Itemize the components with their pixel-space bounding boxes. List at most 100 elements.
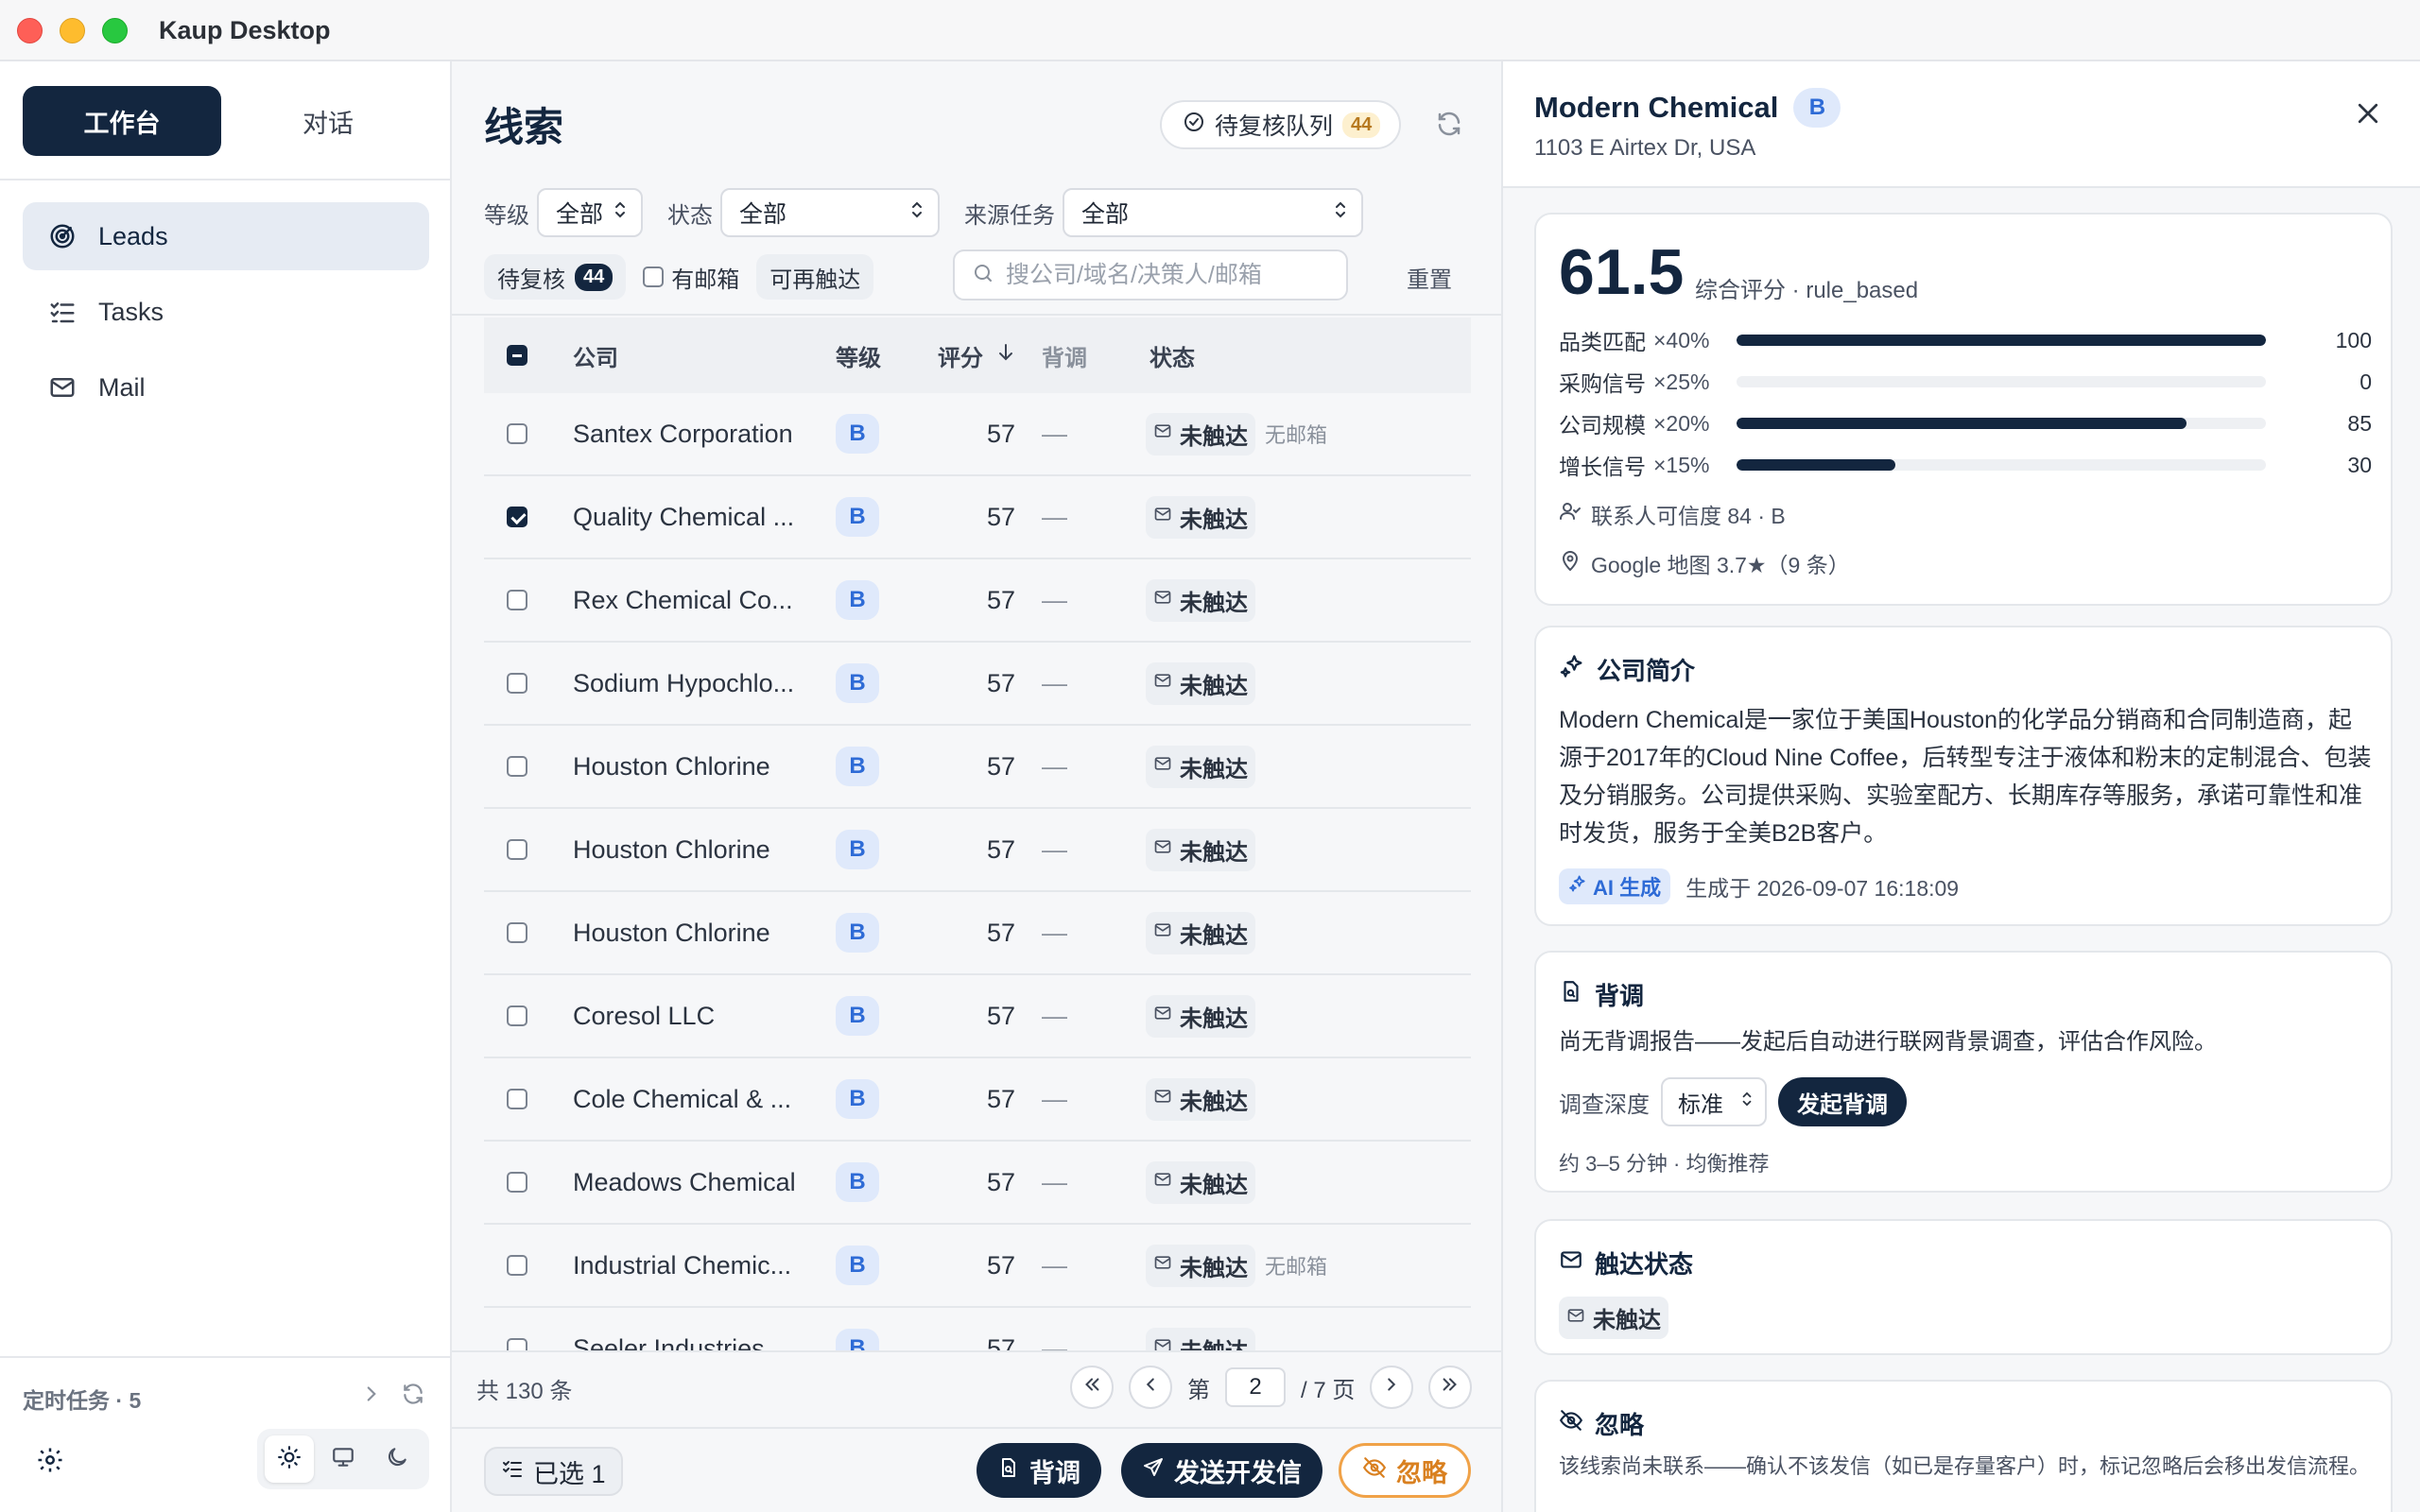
mode-switch: 工作台 对话 bbox=[23, 86, 429, 156]
moon-icon bbox=[385, 1445, 409, 1474]
scheduled-tasks-summary[interactable]: 定时任务 · 5 bbox=[23, 1383, 141, 1415]
send-outreach-button[interactable]: 发送开发信 bbox=[1121, 1443, 1322, 1498]
tab-workbench[interactable]: 工作台 bbox=[23, 86, 221, 156]
background-cell: — bbox=[1042, 419, 1067, 448]
table-row[interactable]: Houston Chlorine B 57 — 未触达 bbox=[484, 892, 1471, 975]
table-row[interactable]: Seeler Industries B 57 — 未触达 bbox=[484, 1308, 1471, 1350]
chevron-right-icon[interactable] bbox=[359, 1382, 384, 1411]
prev-page-button[interactable] bbox=[1129, 1366, 1172, 1409]
theme-dark-button[interactable] bbox=[372, 1435, 422, 1483]
contact-confidence: 联系人可信度 84 · B bbox=[1559, 498, 1786, 530]
table-row[interactable]: Rex Chemical Co... B 57 — 未触达 bbox=[484, 559, 1471, 643]
status-select[interactable]: 全部 bbox=[720, 188, 940, 237]
row-checkbox[interactable] bbox=[507, 1005, 527, 1026]
row-checkbox[interactable] bbox=[507, 423, 527, 444]
company-name[interactable]: Seeler Industries bbox=[550, 1334, 824, 1351]
column-company[interactable]: 公司 bbox=[550, 339, 824, 372]
row-checkbox[interactable] bbox=[507, 1172, 527, 1193]
company-name[interactable]: Cole Chemical & ... bbox=[550, 1085, 824, 1114]
source-select-value: 全部 bbox=[1081, 201, 1130, 228]
page-number-input[interactable]: 2 bbox=[1225, 1367, 1286, 1407]
company-name[interactable]: Quality Chemical ... bbox=[550, 503, 824, 532]
table-row[interactable]: Sodium Hypochlo... B 57 — 未触达 bbox=[484, 643, 1471, 726]
has-email-filter[interactable]: 有邮箱 bbox=[643, 261, 739, 294]
status-cell: 未触达 bbox=[1146, 828, 1471, 871]
column-grade[interactable]: 等级 bbox=[824, 339, 919, 372]
refresh-icon[interactable] bbox=[401, 1382, 425, 1411]
mail-icon bbox=[1559, 1247, 1583, 1279]
has-email-checkbox[interactable] bbox=[643, 266, 665, 287]
row-checkbox[interactable] bbox=[507, 839, 527, 860]
table-row[interactable]: Santex Corporation B 57 — 未触达 无邮箱 bbox=[484, 393, 1471, 476]
pending-review-chip[interactable]: 待复核 44 bbox=[484, 254, 627, 300]
start-background-check-button[interactable]: 发起背调 bbox=[1778, 1077, 1907, 1126]
status-chip: 未触达 bbox=[1559, 1297, 1668, 1339]
company-name[interactable]: Industrial Chemic... bbox=[550, 1251, 824, 1280]
status-cell: 未触达 bbox=[1146, 1077, 1471, 1121]
background-check-button[interactable]: 背调 bbox=[977, 1443, 1101, 1498]
company-name[interactable]: Houston Chlorine bbox=[550, 752, 824, 782]
source-select[interactable]: 全部 bbox=[1063, 188, 1363, 237]
status-chip: 未触达 bbox=[1146, 1160, 1255, 1204]
minimize-window-button[interactable] bbox=[60, 18, 85, 43]
ignore-label: 忽略 bbox=[1396, 1458, 1447, 1487]
selection-summary[interactable]: 已选 1 bbox=[484, 1447, 623, 1496]
last-page-button[interactable] bbox=[1428, 1366, 1473, 1409]
checklist-icon bbox=[47, 297, 78, 327]
reachable-again-chip[interactable]: 可再触达 bbox=[756, 254, 874, 300]
table-row[interactable]: Houston Chlorine B 57 — 未触达 bbox=[484, 726, 1471, 809]
column-background[interactable]: 背调 bbox=[1032, 339, 1146, 372]
metric-bar-fill bbox=[1737, 459, 1895, 471]
status-chip: 未触达 bbox=[1146, 495, 1255, 539]
company-name[interactable]: Rex Chemical Co... bbox=[550, 586, 824, 615]
ignore-button[interactable]: 忽略 bbox=[1339, 1443, 1471, 1498]
row-checkbox[interactable] bbox=[507, 1338, 527, 1350]
row-checkbox[interactable] bbox=[507, 756, 527, 777]
table-row[interactable]: Houston Chlorine B 57 — 未触达 bbox=[484, 809, 1471, 892]
grade-badge: B bbox=[836, 1246, 879, 1285]
row-checkbox[interactable] bbox=[507, 1255, 527, 1276]
table-row[interactable]: Cole Chemical & ... B 57 — 未触达 bbox=[484, 1058, 1471, 1142]
row-checkbox[interactable] bbox=[507, 673, 527, 694]
maximize-window-button[interactable] bbox=[102, 18, 128, 43]
close-icon[interactable] bbox=[2354, 99, 2382, 132]
table-row[interactable]: Meadows Chemical B 57 — 未触达 bbox=[484, 1142, 1471, 1225]
row-checkbox[interactable] bbox=[507, 590, 527, 610]
search-input[interactable] bbox=[1006, 261, 1327, 289]
company-name[interactable]: Sodium Hypochlo... bbox=[550, 669, 824, 698]
company-name[interactable]: Houston Chlorine bbox=[550, 835, 824, 865]
grade-select[interactable]: 全部 bbox=[537, 188, 643, 237]
metric-value: 30 bbox=[2347, 452, 2372, 477]
score-caption: 综合评分 · rule_based bbox=[1695, 278, 1919, 303]
score-cell: 57 bbox=[986, 419, 1015, 448]
column-score[interactable]: 评分 bbox=[919, 339, 1032, 372]
sidebar-item-leads[interactable]: Leads bbox=[23, 202, 429, 270]
ignore-text: 该线索尚未联系——确认不该发信（如已是存量客户）时，标记忽略后会移出发信流程。 bbox=[1559, 1454, 2371, 1478]
company-name[interactable]: Houston Chlorine bbox=[550, 919, 824, 948]
review-queue-button[interactable]: 待复核队列 44 bbox=[1160, 100, 1402, 149]
gear-icon[interactable] bbox=[36, 1446, 64, 1479]
company-name[interactable]: Santex Corporation bbox=[550, 420, 824, 449]
table-row[interactable]: Quality Chemical ... B 57 — 未触达 bbox=[484, 476, 1471, 559]
table-footer-divider bbox=[452, 1350, 1501, 1352]
sidebar-item-tasks[interactable]: Tasks bbox=[23, 278, 429, 346]
sidebar-item-mail[interactable]: Mail bbox=[23, 353, 429, 421]
row-checkbox[interactable] bbox=[507, 507, 527, 527]
theme-light-button[interactable] bbox=[265, 1435, 315, 1483]
select-all-checkbox[interactable] bbox=[507, 345, 527, 366]
reset-button[interactable]: 重置 bbox=[1407, 261, 1452, 294]
tab-chat[interactable]: 对话 bbox=[229, 86, 427, 156]
close-window-button[interactable] bbox=[17, 18, 43, 43]
column-status[interactable]: 状态 bbox=[1146, 339, 1471, 372]
row-checkbox[interactable] bbox=[507, 922, 527, 943]
row-checkbox[interactable] bbox=[507, 1089, 527, 1109]
next-page-button[interactable] bbox=[1370, 1366, 1414, 1409]
company-name[interactable]: Meadows Chemical bbox=[550, 1168, 824, 1197]
table-row[interactable]: Industrial Chemic... B 57 — 未触达 无邮箱 bbox=[484, 1225, 1471, 1308]
first-page-button[interactable] bbox=[1070, 1366, 1114, 1409]
company-name[interactable]: Coresol LLC bbox=[550, 1002, 824, 1031]
depth-select[interactable]: 标准 bbox=[1661, 1077, 1767, 1126]
theme-system-button[interactable] bbox=[319, 1435, 368, 1483]
table-row[interactable]: Coresol LLC B 57 — 未触达 bbox=[484, 975, 1471, 1058]
refresh-icon[interactable] bbox=[1435, 110, 1463, 143]
